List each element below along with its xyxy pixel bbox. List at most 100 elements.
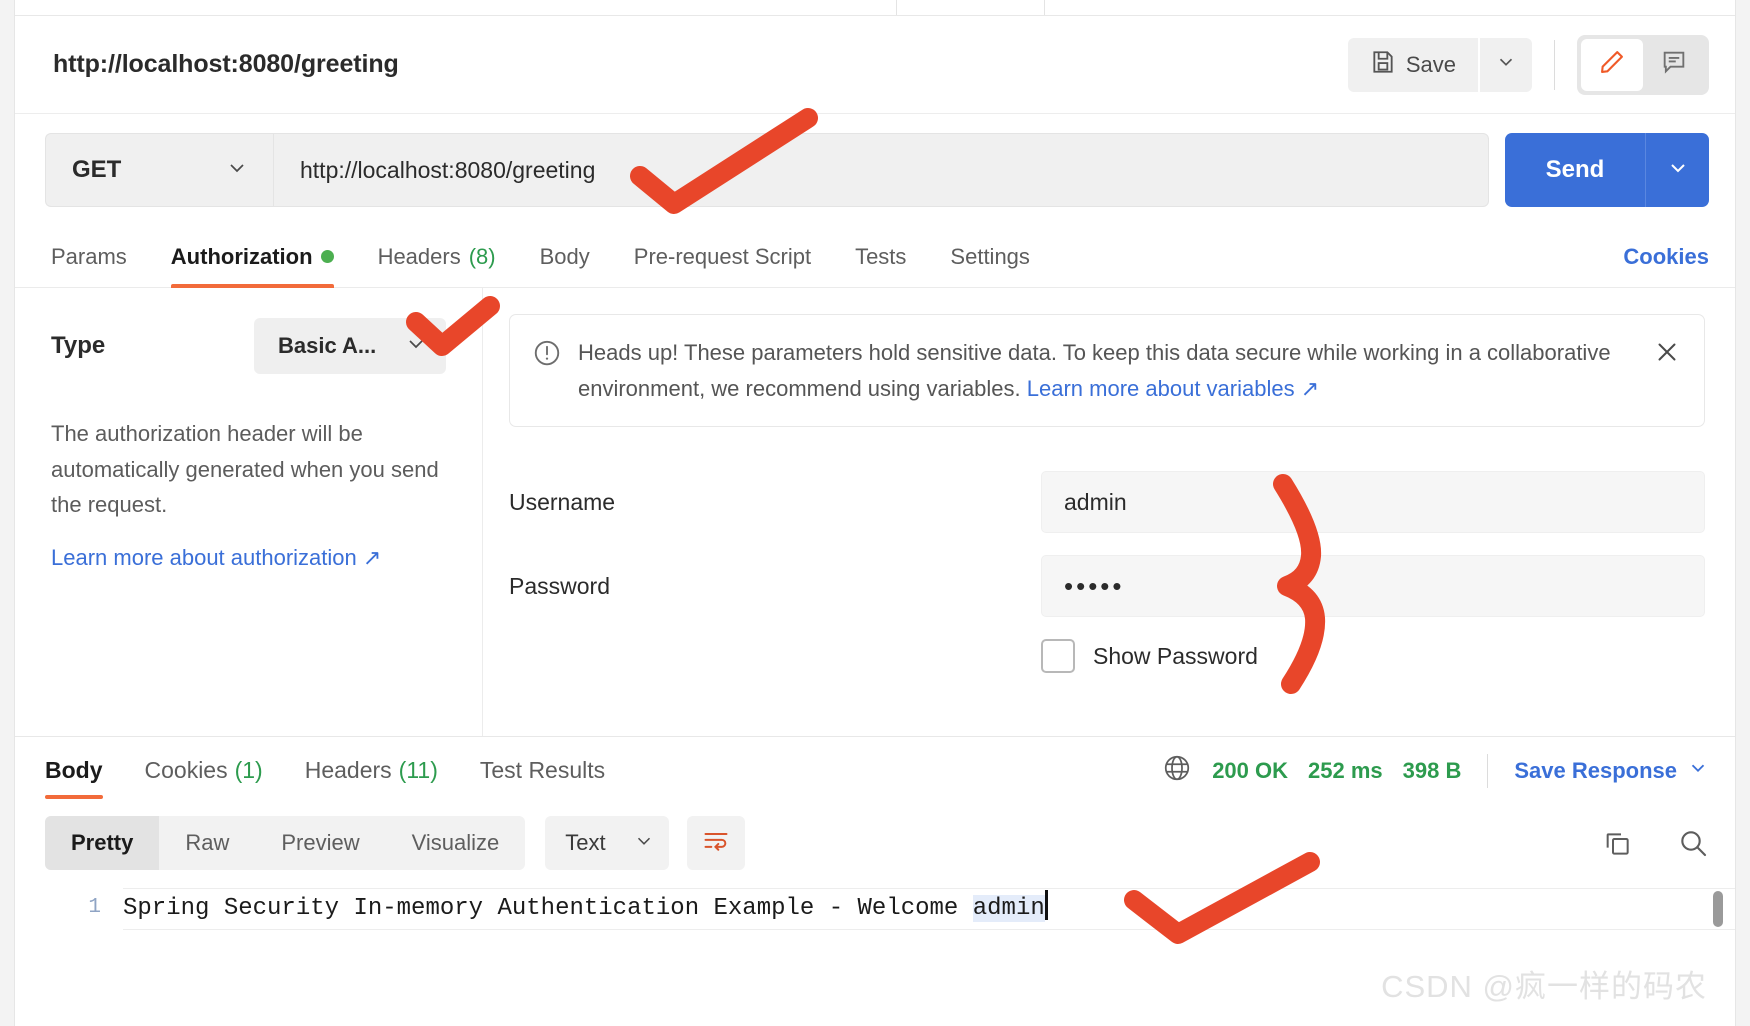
tab-pre-request-script-label: Pre-request Script [633,243,812,269]
globe-icon [1162,753,1192,788]
tab-slot-secondary[interactable] [897,0,1045,15]
save-response-button[interactable]: Save Response [1514,757,1709,785]
header-divider [1554,39,1555,90]
auth-type-label: Type [51,332,106,359]
send-group: Send [1505,133,1709,207]
request-tabs: Params Authorization Headers (8) Body Pr… [15,226,1735,288]
tab-headers-label: Headers [377,243,461,269]
tab-settings-label: Settings [950,243,1030,269]
header-actions: Save [1347,34,1709,95]
cookies-link[interactable]: Cookies [1623,244,1709,270]
username-input[interactable]: admin [1041,471,1705,534]
tab-pre-request-script[interactable]: Pre-request Script [634,226,811,288]
username-label: Username [509,488,616,515]
show-password-label: Show Password [1093,642,1258,669]
tab-tests[interactable]: Tests [855,226,906,288]
response-tabs: Body Cookies (1) Headers (11) Test Resul… [15,736,1735,804]
watermark: CSDN @疯一样的码农 [1381,969,1707,1004]
line-number-gutter: 1 [88,896,101,919]
learn-more-authorization-link[interactable]: Learn more about authorization ↗ [51,545,446,571]
response-time: 252 ms [1308,757,1383,783]
chevron-down-icon [1687,757,1709,785]
learn-more-variables-link[interactable]: Learn more about variables ↗ [1027,376,1319,401]
response-tab-body[interactable]: Body [45,737,103,805]
tab-body[interactable]: Body [540,226,590,288]
pencil-icon [1598,48,1626,81]
close-icon[interactable] [1652,337,1682,372]
username-row: Username admin [509,471,1705,534]
view-mode-pretty[interactable]: Pretty [45,816,160,870]
floppy-disk-icon [1370,49,1396,81]
response-tab-test-results[interactable]: Test Results [480,737,605,805]
edit-mode-button[interactable] [1581,38,1643,91]
response-view-mode-group: Pretty Raw Preview Visualize [45,816,526,870]
tab-tests-label: Tests [855,243,907,269]
postman-request-window: http://localhost:8080/greeting Save GET … [14,0,1736,1026]
save-response-label: Save Response [1514,757,1677,783]
response-format-value: Text [565,830,606,855]
url-input[interactable]: http://localhost:8080/greeting [273,133,1489,207]
url-bar: GET http://localhost:8080/greeting Send [15,114,1735,226]
response-tab-cookies-label: Cookies [144,757,228,783]
response-toolbar: Pretty Raw Preview Visualize Text [15,804,1735,882]
save-button[interactable]: Save [1347,37,1478,92]
save-button-label: Save [1405,51,1456,77]
tab-body-label: Body [539,243,590,269]
chevron-down-icon [1495,51,1517,78]
sensitive-data-notice: Heads up! These parameters hold sensitiv… [509,314,1705,428]
tab-slot-active[interactable] [15,0,897,15]
response-body-line[interactable]: Spring Security In-memory Authentication… [123,888,1735,930]
meta-divider [1487,753,1489,788]
response-tab-body-label: Body [45,757,103,783]
response-tab-test-results-label: Test Results [479,757,606,783]
response-body-text: Spring Security In-memory Authentication… [123,895,973,922]
response-tab-cookies[interactable]: Cookies (1) [145,737,263,805]
tab-settings[interactable]: Settings [950,226,1030,288]
window-tab-strip [15,0,1735,16]
response-meta: 200 OK 252 ms 398 B Save Response [1162,753,1709,788]
chevron-down-icon [225,156,249,185]
view-mode-visualize[interactable]: Visualize [386,816,526,870]
comment-mode-button[interactable] [1643,39,1705,91]
tab-authorization[interactable]: Authorization [170,226,334,288]
view-mode-raw[interactable]: Raw [159,816,255,870]
tab-headers-count: (8) [468,243,496,269]
http-method-value: GET [72,156,122,183]
view-mode-preview[interactable]: Preview [255,816,385,870]
search-icon[interactable] [1677,827,1709,859]
word-wrap-button[interactable] [687,816,746,870]
response-body-view: 1 Spring Security In-memory Authenticati… [15,882,1735,930]
show-password-row: Show Password [509,639,1705,674]
tab-params[interactable]: Params [51,226,127,288]
response-body-selection: admin [972,895,1045,922]
tab-headers[interactable]: Headers (8) [378,226,496,288]
password-input[interactable]: ••••• [1041,555,1705,618]
tab-authorization-label: Authorization [170,243,313,269]
chevron-down-icon [1666,156,1690,185]
response-tab-headers[interactable]: Headers (11) [305,737,438,805]
send-options-button[interactable] [1645,133,1709,207]
http-method-select[interactable]: GET [45,133,273,207]
response-tab-cookies-count: (1) [234,757,263,783]
auth-configured-dot-icon [320,250,334,263]
authorization-panel: Type Basic A... The authorization header… [15,288,1735,736]
auth-type-row: Type Basic A... [51,318,446,374]
text-cursor [1044,890,1048,920]
password-label: Password [509,572,610,599]
response-format-select[interactable]: Text [545,816,670,870]
auth-description: The authorization header will be automat… [51,421,439,518]
send-button[interactable]: Send [1505,133,1645,207]
comment-icon [1660,48,1688,81]
tab-params-label: Params [51,243,127,269]
save-options-button[interactable] [1480,37,1532,92]
request-header: http://localhost:8080/greeting Save [15,16,1735,114]
alert-circle-icon [532,338,562,373]
auth-type-value: Basic A... [278,333,377,358]
response-tab-headers-count: (11) [398,757,438,783]
auth-type-select[interactable]: Basic A... [254,318,446,374]
auth-left-column: Type Basic A... The authorization header… [15,288,483,736]
vertical-scrollbar[interactable] [1713,891,1723,927]
chevron-down-icon [633,830,655,857]
show-password-checkbox[interactable] [1041,639,1075,674]
copy-icon[interactable] [1601,827,1633,859]
